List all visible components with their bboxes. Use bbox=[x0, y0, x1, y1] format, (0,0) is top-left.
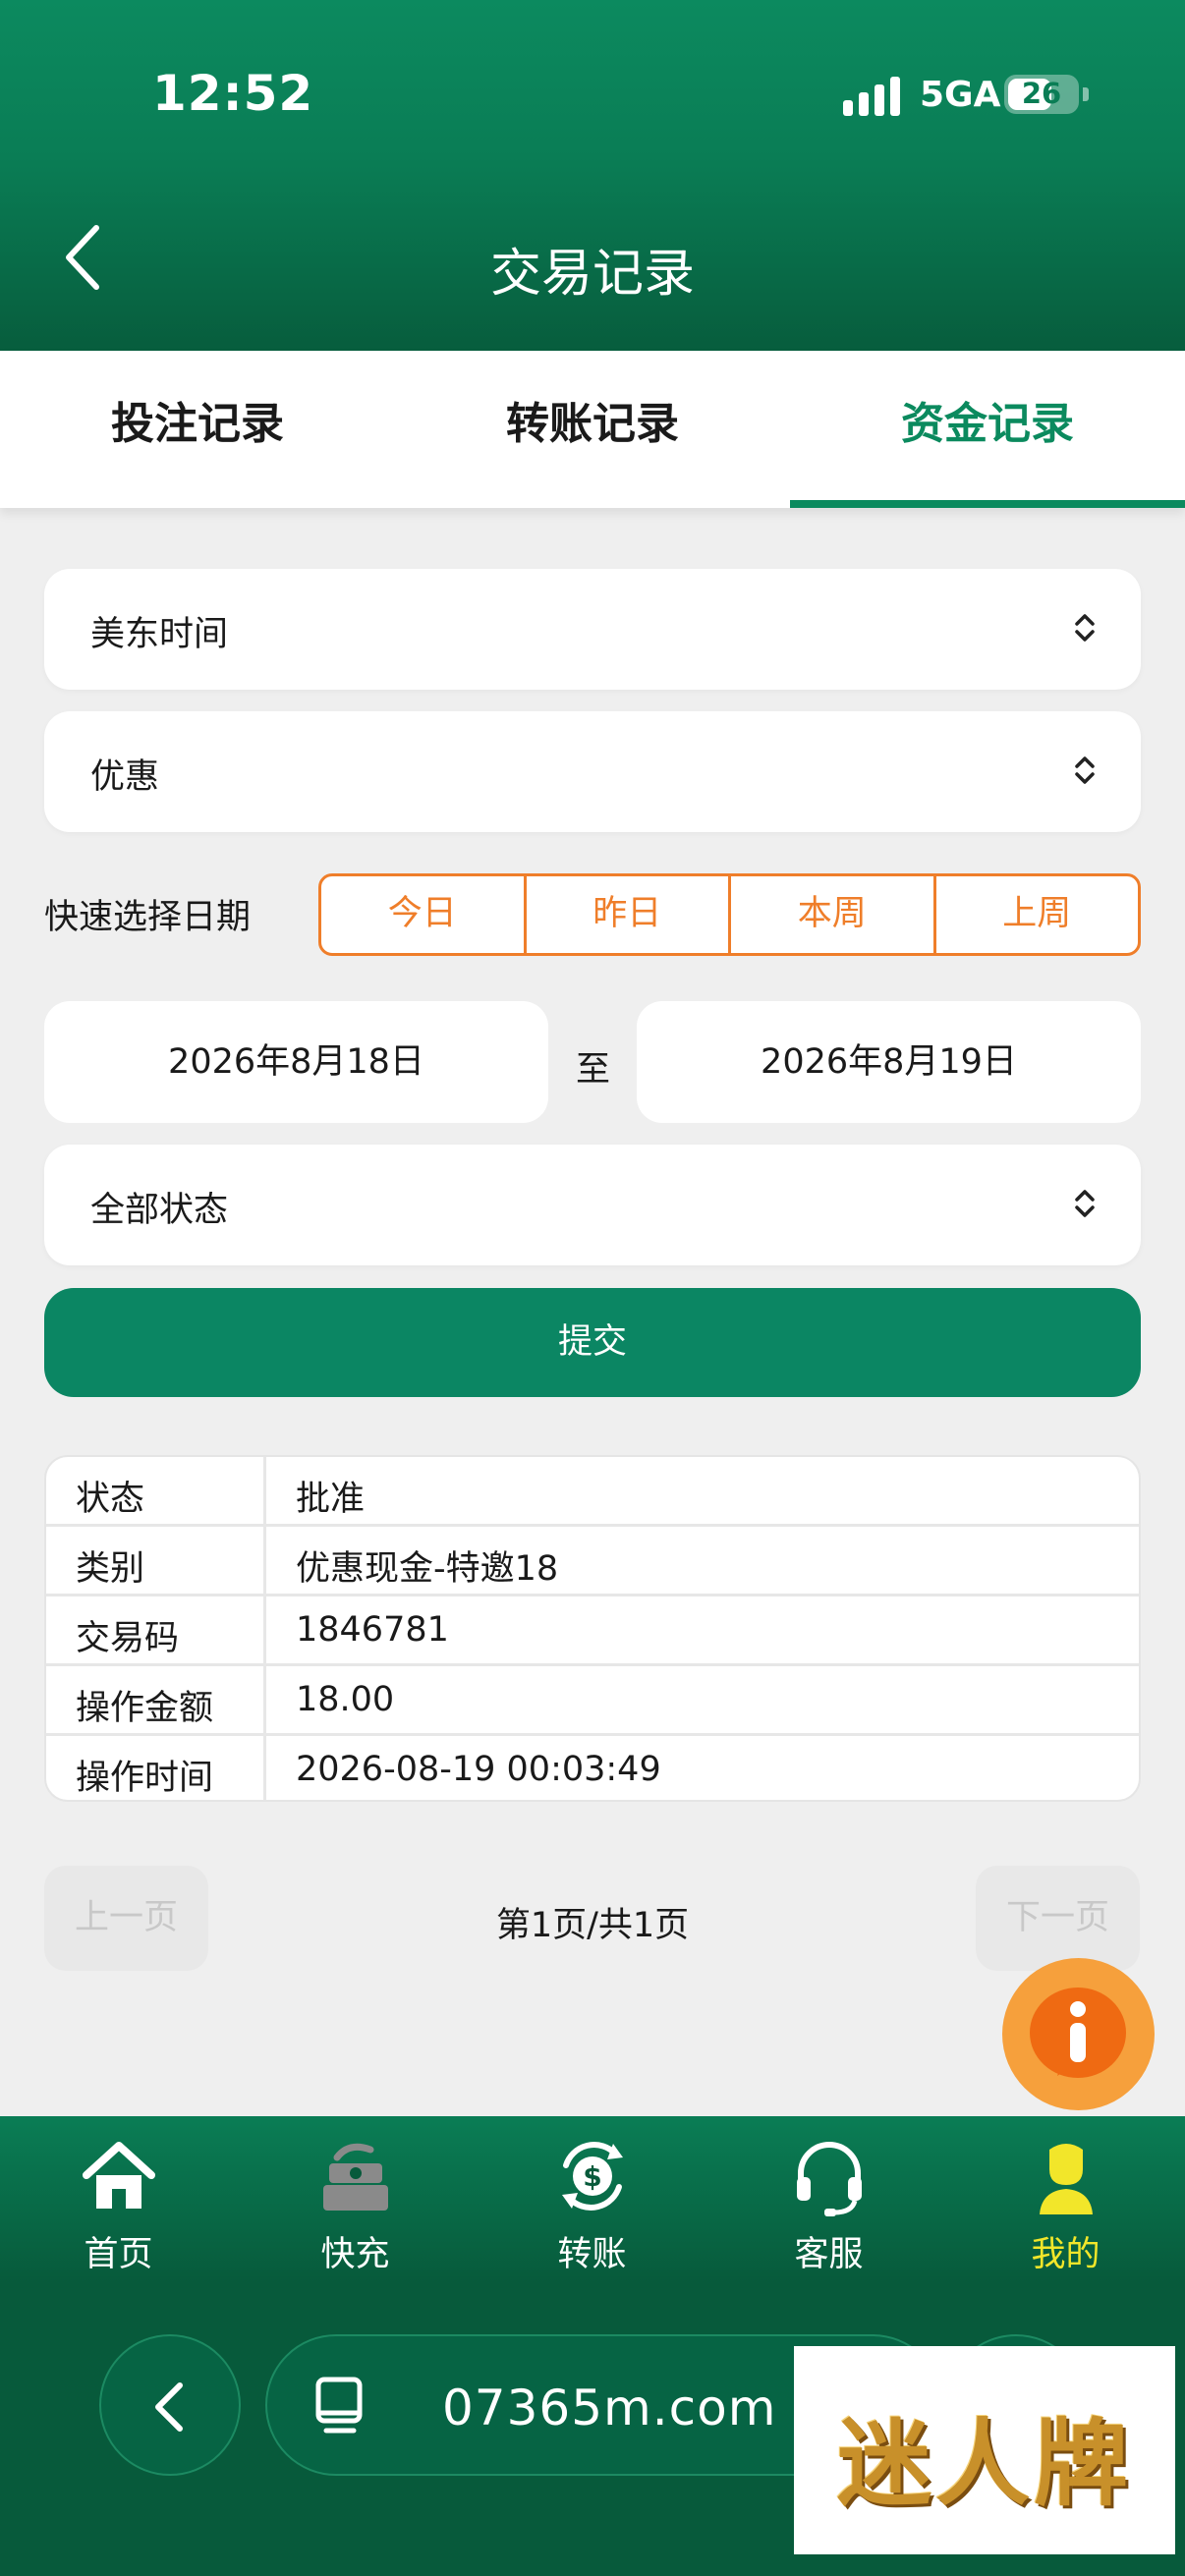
chevron-left-icon bbox=[155, 2382, 183, 2432]
user-icon bbox=[1040, 2144, 1093, 2214]
info-button[interactable] bbox=[1002, 1958, 1155, 2110]
headset-icon bbox=[797, 2142, 862, 2216]
nav-quick-deposit[interactable]: 快充 bbox=[237, 2116, 474, 2283]
quick-date-label: 快速选择日期 bbox=[44, 898, 252, 937]
battery-level: 26 bbox=[1021, 77, 1062, 110]
nav-label: 快充 bbox=[320, 2235, 390, 2274]
record-key: 操作时间 bbox=[76, 1759, 214, 1798]
app-header: 12:52 5GA 26 交易记录 bbox=[0, 0, 1185, 351]
record-value: 1846781 bbox=[296, 1610, 449, 1650]
watermark-text: 迷人牌 bbox=[837, 2408, 1132, 2519]
page-icon bbox=[315, 2377, 363, 2434]
tab-transfer-records[interactable]: 转账记录 bbox=[395, 351, 790, 508]
timezone-select[interactable]: 美东时间 bbox=[44, 569, 1141, 690]
category-value: 优惠 bbox=[90, 757, 160, 797]
date-separator: 至 bbox=[576, 1050, 611, 1090]
record-key: 类别 bbox=[76, 1549, 145, 1589]
record-card: 状态 批准 类别 优惠现金-特邀18 交易码 1846781 操作金额 18.0… bbox=[44, 1455, 1141, 1802]
quick-last-week-button[interactable]: 上周 bbox=[936, 876, 1139, 953]
network-type: 5GA bbox=[920, 75, 1001, 115]
record-row-time: 操作时间 2026-08-19 00:03:49 bbox=[46, 1736, 1139, 1800]
nav-label: 转账 bbox=[557, 2235, 627, 2274]
quick-yesterday-button[interactable]: 昨日 bbox=[527, 876, 731, 953]
quick-date-options: 今日 昨日 本周 上周 bbox=[318, 873, 1141, 956]
page-title: 交易记录 bbox=[489, 245, 695, 304]
record-value: 18.00 bbox=[296, 1680, 395, 1719]
record-row-transaction-code: 交易码 1846781 bbox=[46, 1596, 1139, 1666]
battery-icon: 26 bbox=[1004, 75, 1089, 114]
date-from-field[interactable]: 2026年8月18日 bbox=[44, 1001, 548, 1123]
record-value: 2026-08-19 00:03:49 bbox=[296, 1750, 661, 1789]
select-arrows-icon bbox=[1075, 756, 1095, 784]
watermark-logo: 迷人牌 bbox=[794, 2346, 1175, 2554]
dollar-transfer-icon: $ bbox=[562, 2142, 623, 2211]
browser-back-button[interactable] bbox=[99, 2334, 241, 2476]
tab-bet-records[interactable]: 投注记录 bbox=[0, 351, 395, 508]
submit-button[interactable]: 提交 bbox=[44, 1288, 1141, 1397]
nav-home[interactable]: 首页 bbox=[0, 2116, 237, 2283]
record-value: 优惠现金-特邀18 bbox=[296, 1549, 559, 1589]
quick-today-button[interactable]: 今日 bbox=[321, 876, 527, 953]
timezone-value: 美东时间 bbox=[90, 615, 229, 654]
status-time: 12:52 bbox=[152, 65, 314, 122]
record-row-category: 类别 优惠现金-特邀18 bbox=[46, 1527, 1139, 1596]
next-page-button[interactable]: 下一页 bbox=[976, 1866, 1140, 1971]
cellular-signal-icon bbox=[843, 77, 900, 116]
quick-this-week-button[interactable]: 本周 bbox=[731, 876, 936, 953]
record-value: 批准 bbox=[296, 1480, 366, 1519]
record-row-status: 状态 批准 bbox=[46, 1457, 1139, 1527]
nav-label: 我的 bbox=[1031, 2235, 1100, 2274]
record-tabs: 投注记录 转账记录 资金记录 bbox=[0, 351, 1185, 508]
cash-register-icon bbox=[323, 2143, 388, 2211]
svg-text:$: $ bbox=[583, 2160, 601, 2193]
record-key: 操作金额 bbox=[76, 1689, 214, 1728]
info-icon bbox=[1057, 2001, 1086, 2076]
nav-customer-service[interactable]: 客服 bbox=[710, 2116, 947, 2283]
status-select[interactable]: 全部状态 bbox=[44, 1145, 1141, 1265]
status-value: 全部状态 bbox=[90, 1191, 229, 1230]
select-arrows-icon bbox=[1075, 1190, 1095, 1217]
record-row-amount: 操作金额 18.00 bbox=[46, 1666, 1139, 1736]
category-select[interactable]: 优惠 bbox=[44, 711, 1141, 832]
record-key: 交易码 bbox=[76, 1619, 180, 1658]
record-key: 状态 bbox=[76, 1480, 145, 1519]
nav-label: 客服 bbox=[794, 2235, 864, 2274]
tab-fund-records[interactable]: 资金记录 bbox=[790, 351, 1185, 508]
nav-profile[interactable]: 我的 bbox=[947, 2116, 1184, 2283]
nav-label: 首页 bbox=[84, 2235, 153, 2274]
bottom-nav: 首页 快充 $ 转账 客服 我的 bbox=[0, 2116, 1185, 2283]
url-text: 07365m.com bbox=[442, 2380, 777, 2436]
nav-transfer[interactable]: $ 转账 bbox=[474, 2116, 710, 2283]
date-to-field[interactable]: 2026年8月19日 bbox=[637, 1001, 1141, 1123]
select-arrows-icon bbox=[1075, 614, 1095, 642]
home-icon bbox=[83, 2142, 155, 2209]
